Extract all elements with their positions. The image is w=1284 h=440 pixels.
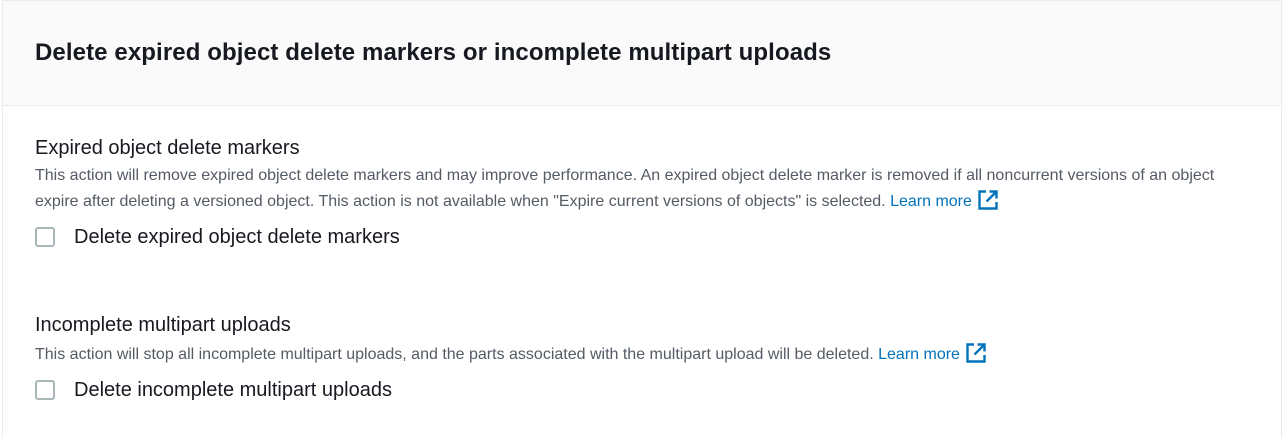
panel-header: Delete expired object delete markers or … xyxy=(3,1,1281,106)
learn-more-text: Learn more xyxy=(878,346,960,363)
external-link-icon xyxy=(966,343,986,363)
expired-markers-checkbox-row[interactable]: Delete expired object delete markers xyxy=(35,222,1225,252)
expired-markers-section: Expired object delete markers This actio… xyxy=(35,134,1225,252)
incomplete-uploads-checkbox-row[interactable]: Delete incomplete multipart uploads xyxy=(35,375,1225,405)
incomplete-uploads-label: Incomplete multipart uploads xyxy=(35,314,291,336)
expired-markers-label: Expired object delete markers xyxy=(35,137,300,159)
incomplete-uploads-description-text: This action will stop all incomplete mul… xyxy=(35,346,874,363)
expired-markers-description-text: This action will remove expired object d… xyxy=(35,167,1215,210)
incomplete-uploads-learn-more-link[interactable]: Learn more xyxy=(878,343,988,363)
panel-title: Delete expired object delete markers or … xyxy=(35,39,832,66)
expired-markers-learn-more-link[interactable]: Learn more xyxy=(890,190,1000,210)
delete-expired-markers-checkbox-label[interactable]: Delete expired object delete markers xyxy=(74,226,400,249)
expired-markers-description: This action will remove expired object d… xyxy=(35,164,1225,214)
external-link-icon xyxy=(978,190,998,210)
delete-expired-markers-checkbox[interactable] xyxy=(35,227,55,247)
incomplete-uploads-section: Incomplete multipart uploads This action… xyxy=(35,311,1225,405)
learn-more-text: Learn more xyxy=(890,193,972,210)
delete-incomplete-uploads-checkbox-label[interactable]: Delete incomplete multipart uploads xyxy=(74,379,392,402)
incomplete-uploads-description: This action will stop all incomplete mul… xyxy=(35,341,1225,367)
delete-incomplete-uploads-checkbox[interactable] xyxy=(35,380,55,400)
lifecycle-actions-panel: Delete expired object delete markers or … xyxy=(2,0,1282,438)
